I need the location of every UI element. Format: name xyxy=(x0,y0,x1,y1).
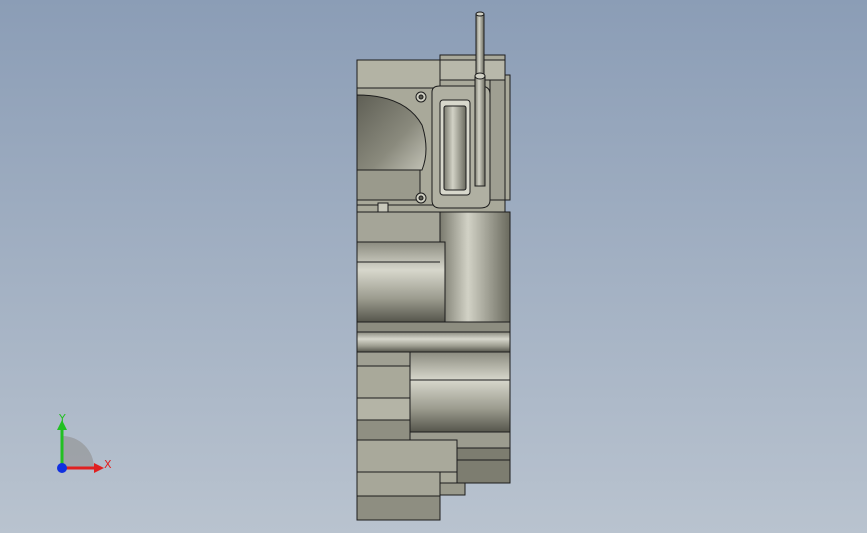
x-arrow-icon xyxy=(94,463,104,473)
x-axis-label: X xyxy=(104,458,112,471)
y-axis-label: Y xyxy=(58,412,66,425)
coordinate-triad: Y X xyxy=(57,412,112,473)
middle-cylinder xyxy=(356,211,511,353)
z-axis-icon xyxy=(57,463,67,473)
pins[interactable] xyxy=(474,11,486,187)
model-view[interactable] xyxy=(0,0,867,533)
graphics-viewport[interactable]: Y X xyxy=(0,0,867,533)
